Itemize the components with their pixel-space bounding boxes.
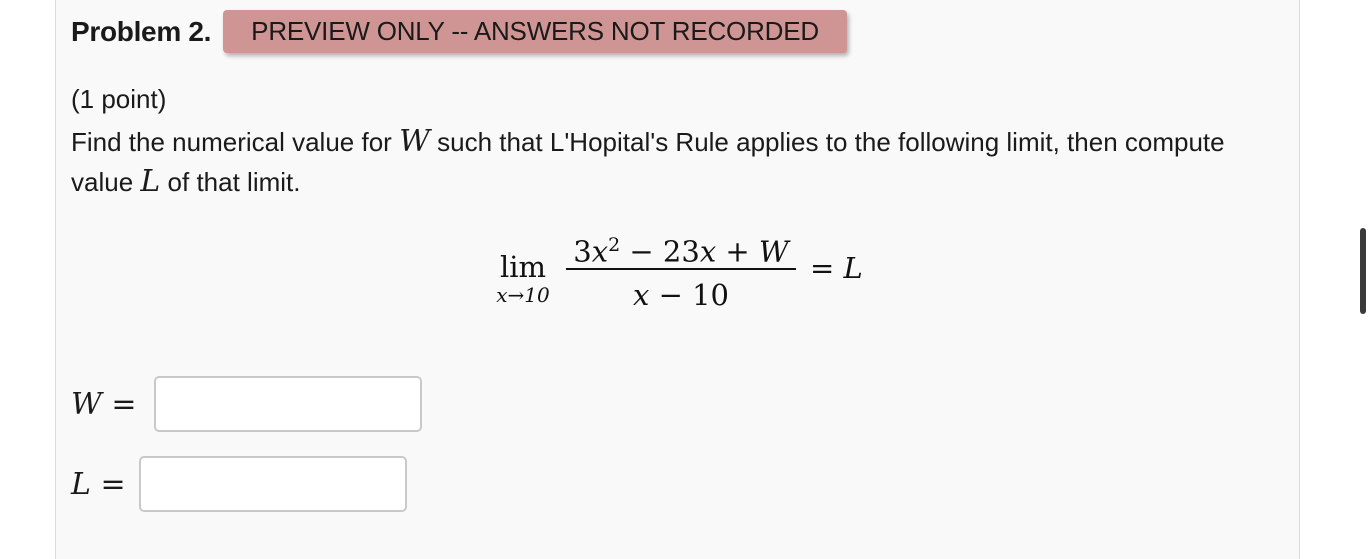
answer-var-w: W [71,386,102,422]
num-var2: x [699,234,717,269]
statement-text-3: of that limit. [167,167,301,197]
answer-var-l: L [71,466,91,502]
fraction-denominator: x − 10 [566,275,796,315]
answer-label-w: W = [71,387,154,422]
answer-row-l: L = [71,456,407,512]
den-rest: − 10 [649,278,729,312]
equals-sign: = [810,251,844,285]
problem-title: Problem 2. [71,15,212,47]
answer-row-w: W = [71,376,422,432]
lim-word: lim [499,250,547,284]
problem-statement: Find the numerical value for W such that… [71,122,1271,202]
preview-only-badge: PREVIEW ONLY -- ANSWERS NOT RECORDED [223,10,847,53]
limit-result: = L [810,251,863,285]
w-answer-input[interactable] [154,376,422,432]
num-var: x [591,234,609,269]
limit-fraction: 3x2 − 23x + W x − 10 [566,225,796,315]
result-var: L [843,251,863,285]
scrollbar-thumb[interactable] [1360,228,1366,314]
num-const: W [758,234,789,269]
num-coef: 3 [573,234,592,269]
lim-subscript: x→10 [496,283,550,307]
answer-eq-w: = [101,386,137,422]
points-label: (1 point) [71,84,167,114]
statement-var-l: L [140,164,161,199]
l-answer-input[interactable] [139,456,407,512]
num-op1: − 23 [620,234,700,269]
fraction-numerator: 3x2 − 23x + W [566,225,796,269]
answer-label-l: L = [71,467,139,502]
den-var: x [633,278,650,312]
statement-text-1: Find the numerical value for [71,127,392,157]
num-exponent: 2 [608,234,621,256]
problem-header: Problem 2. PREVIEW ONLY -- ANSWERS NOT R… [71,10,847,53]
answer-eq-l: = [90,466,126,502]
statement-var-w: W [399,124,430,159]
num-op2: + [716,234,759,269]
limit-operator: lim x→10 [490,250,556,306]
problem-panel: Problem 2. PREVIEW ONLY -- ANSWERS NOT R… [55,0,1300,559]
